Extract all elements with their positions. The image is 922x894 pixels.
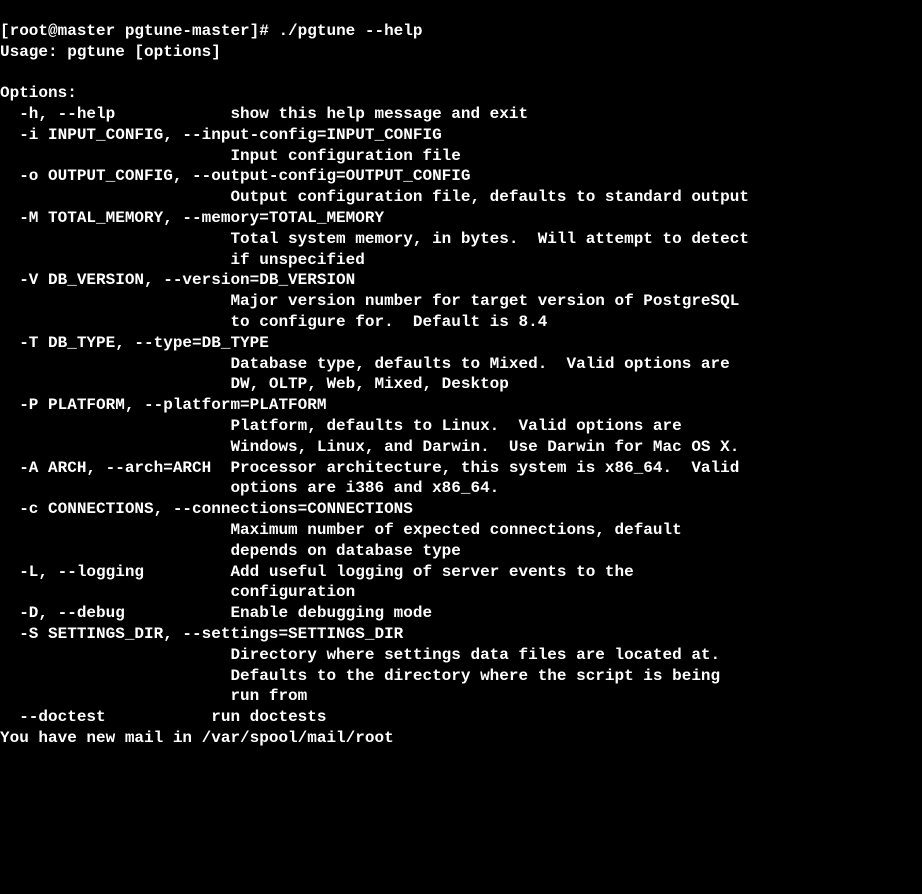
- opt-type-flag: -T DB_TYPE, --type=DB_TYPE: [19, 334, 269, 352]
- opt-logging-flag: -L, --logging: [19, 563, 144, 581]
- opt-platform-flag: -P PLATFORM, --platform=PLATFORM: [19, 396, 326, 414]
- terminal-window[interactable]: [root@master pgtune-master]# ./pgtune --…: [0, 21, 922, 749]
- opt-arch-desc2: options are i386 and x86_64.: [230, 479, 499, 497]
- opt-logging-desc2: configuration: [230, 583, 355, 601]
- opt-help-flag: -h, --help: [19, 105, 115, 123]
- command-input[interactable]: ./pgtune --help: [278, 22, 422, 40]
- opt-doctest-desc: run doctests: [211, 708, 326, 726]
- opt-memory-desc2: if unspecified: [230, 251, 364, 269]
- opt-platform-desc2: Windows, Linux, and Darwin. Use Darwin f…: [230, 438, 739, 456]
- opt-input-desc: Input configuration file: [230, 147, 460, 165]
- opt-settings-desc1: Directory where settings data files are …: [230, 646, 720, 664]
- opt-version-flag: -V DB_VERSION, --version=DB_VERSION: [19, 271, 355, 289]
- opt-settings-desc3: run from: [230, 687, 307, 705]
- opt-arch-desc1: Processor architecture, this system is x…: [230, 459, 739, 477]
- usage-line: Usage: pgtune [options]: [0, 43, 221, 61]
- opt-type-desc1: Database type, defaults to Mixed. Valid …: [230, 355, 729, 373]
- opt-output-flag: -o OUTPUT_CONFIG, --output-config=OUTPUT…: [19, 167, 470, 185]
- opt-version-desc2: to configure for. Default is 8.4: [230, 313, 547, 331]
- options-header: Options:: [0, 84, 77, 102]
- shell-prompt: [root@master pgtune-master]#: [0, 22, 278, 40]
- opt-type-desc2: DW, OLTP, Web, Mixed, Desktop: [230, 375, 508, 393]
- mail-notice: You have new mail in /var/spool/mail/roo…: [0, 729, 394, 747]
- opt-debug-desc: Enable debugging mode: [230, 604, 432, 622]
- opt-debug-flag: -D, --debug: [19, 604, 125, 622]
- opt-platform-desc1: Platform, defaults to Linux. Valid optio…: [230, 417, 681, 435]
- opt-connections-desc1: Maximum number of expected connections, …: [230, 521, 681, 539]
- opt-logging-desc1: Add useful logging of server events to t…: [230, 563, 633, 581]
- opt-settings-desc2: Defaults to the directory where the scri…: [230, 667, 720, 685]
- opt-connections-desc2: depends on database type: [230, 542, 460, 560]
- opt-connections-flag: -c CONNECTIONS, --connections=CONNECTION…: [19, 500, 413, 518]
- opt-settings-flag: -S SETTINGS_DIR, --settings=SETTINGS_DIR: [19, 625, 403, 643]
- opt-doctest-flag: --doctest: [19, 708, 105, 726]
- opt-memory-flag: -M TOTAL_MEMORY, --memory=TOTAL_MEMORY: [19, 209, 384, 227]
- opt-memory-desc1: Total system memory, in bytes. Will atte…: [230, 230, 748, 248]
- opt-version-desc1: Major version number for target version …: [230, 292, 739, 310]
- opt-arch-flag: -A ARCH, --arch=ARCH: [19, 459, 211, 477]
- opt-output-desc: Output configuration file, defaults to s…: [230, 188, 748, 206]
- opt-help-desc: show this help message and exit: [230, 105, 528, 123]
- opt-input-flag: -i INPUT_CONFIG, --input-config=INPUT_CO…: [19, 126, 441, 144]
